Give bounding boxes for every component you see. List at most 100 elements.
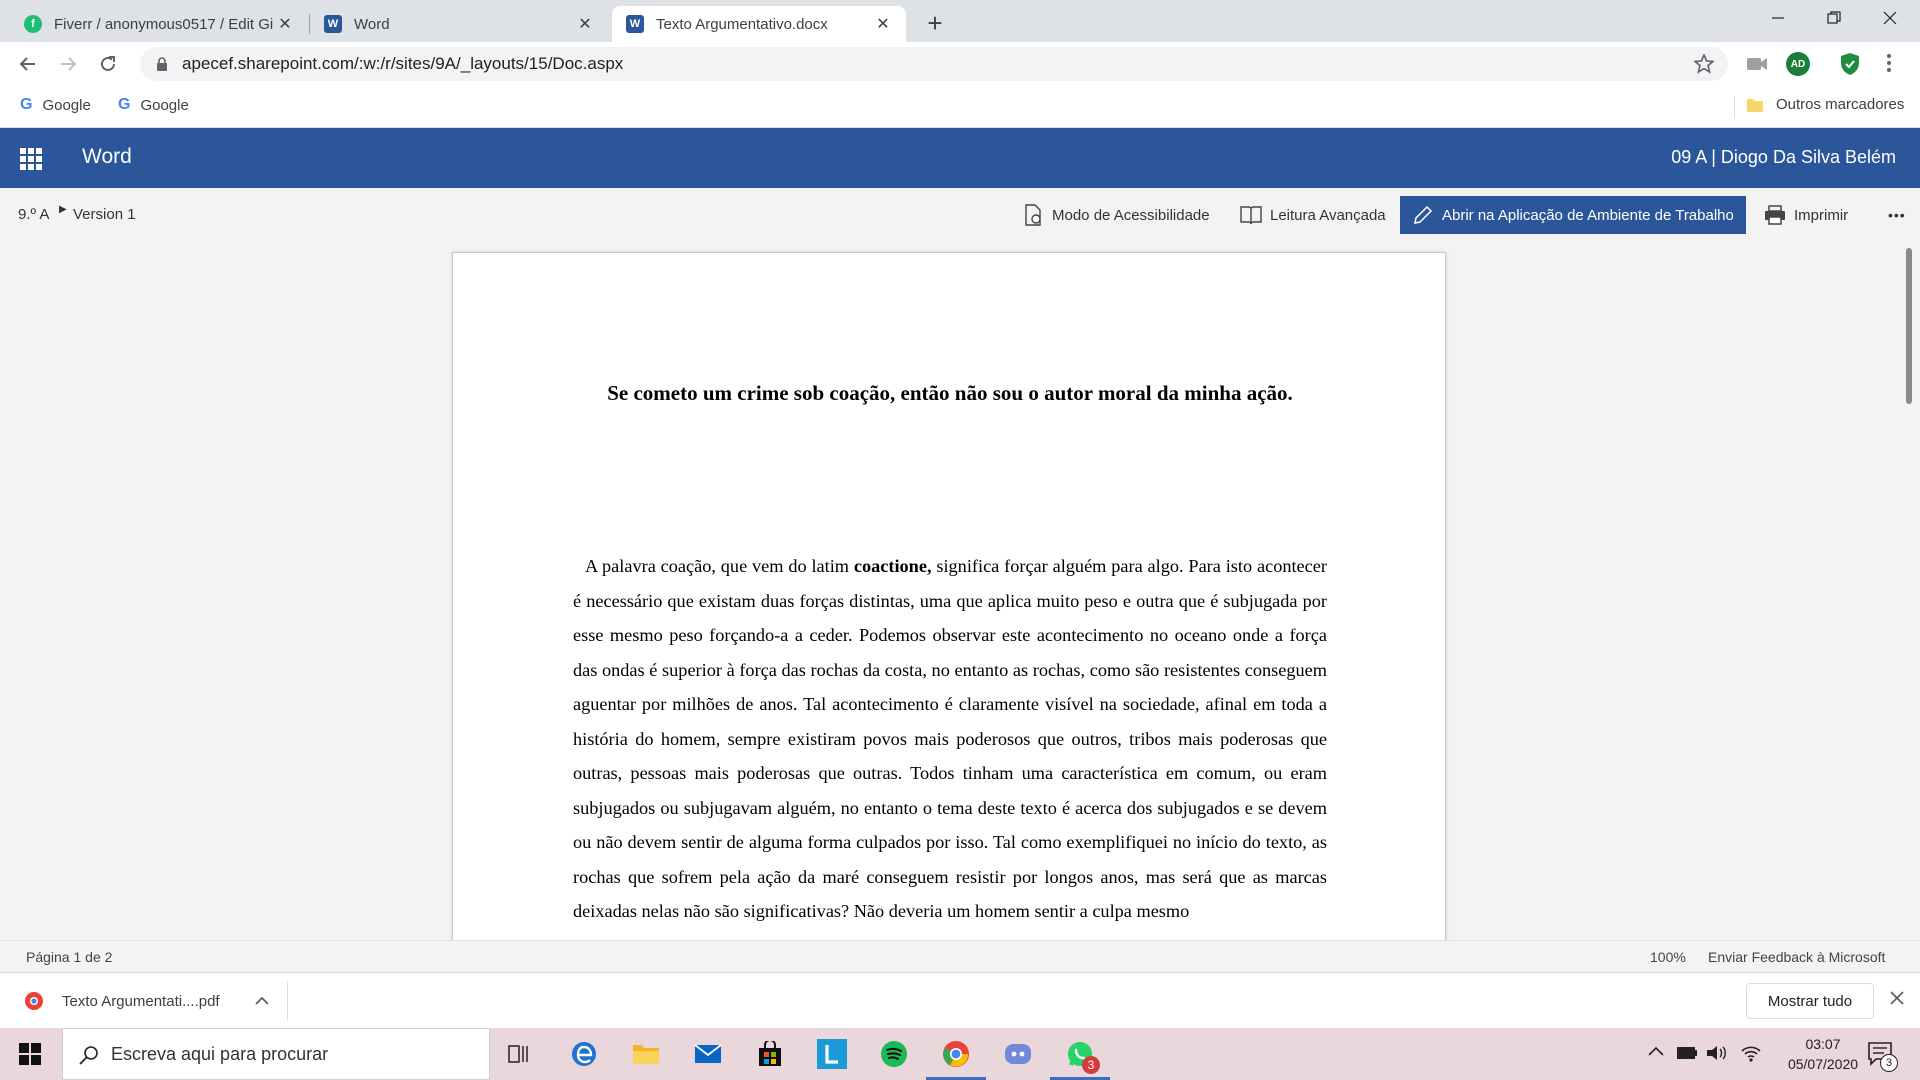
taskbar-search-box[interactable]: Escreva aqui para procurar [62, 1028, 490, 1080]
zoom-level[interactable]: 100% [1650, 949, 1686, 965]
fiverr-icon: f [24, 15, 42, 33]
folder-icon [633, 1045, 659, 1064]
download-item[interactable]: Texto Argumentati....pdf [0, 981, 288, 1021]
chevron-right-icon: ▶ [59, 204, 67, 215]
l-app-icon [817, 1039, 847, 1069]
close-icon[interactable]: ✕ [576, 14, 594, 34]
mail-icon [694, 1044, 722, 1063]
tab-title: Word [354, 15, 390, 33]
user-name[interactable]: 09 A | Diogo Da Silva Belém [1671, 147, 1896, 168]
taskbar-whatsapp[interactable]: 3 [1050, 1034, 1110, 1080]
close-icon[interactable]: ✕ [874, 14, 892, 34]
breadcrumb-version[interactable]: Version 1 [73, 206, 136, 223]
paragraph-text-start: A palavra coação, que vem do latim [585, 556, 854, 576]
camera-icon[interactable] [1746, 56, 1768, 77]
download-shelf: Texto Argumentati....pdf Mostrar tudo [0, 972, 1920, 1028]
scrollbar-thumb[interactable] [1906, 248, 1912, 404]
profile-avatar[interactable]: AD [1786, 52, 1810, 76]
show-all-downloads-button[interactable]: Mostrar tudo [1746, 983, 1874, 1019]
bookmark-google-1[interactable]: G Google [20, 96, 91, 114]
word-icon: W [626, 15, 644, 33]
paragraph-text-rest: significa forçar alguém para algo. Para … [573, 556, 1327, 921]
other-bookmarks[interactable]: Outros marcadores [1746, 96, 1904, 113]
reload-button[interactable] [92, 48, 124, 80]
taskbar-l-app[interactable] [812, 1034, 852, 1074]
store-icon [759, 1041, 781, 1066]
accessibility-icon [1025, 204, 1041, 226]
chrome-icon [943, 1041, 969, 1067]
forward-button[interactable] [52, 48, 84, 80]
shield-icon[interactable] [1840, 52, 1860, 81]
taskbar-file-explorer[interactable] [626, 1034, 666, 1074]
address-bar[interactable]: apecef.sharepoint.com/:w:/r/sites/9A/_la… [140, 47, 1728, 81]
document-page[interactable]: Se cometo um crime sob coação, então não… [452, 252, 1446, 940]
document-paragraph: A palavra coação, que vem do latim coact… [573, 549, 1327, 929]
volume-icon[interactable] [1706, 1044, 1728, 1066]
paragraph-bold-word: coactione, [853, 556, 932, 576]
restore-button[interactable] [1806, 0, 1862, 36]
browser-menu-icon[interactable] [1886, 52, 1892, 74]
taskbar-store[interactable] [750, 1034, 790, 1074]
tab-texto-argumentativo[interactable]: W Texto Argumentativo.docx ✕ [612, 6, 906, 42]
bookmarks-bar: G Google G Google Outros marcadores [0, 86, 1920, 128]
browser-toolbar: apecef.sharepoint.com/:w:/r/sites/9A/_la… [0, 42, 1920, 86]
bookmark-star-icon[interactable] [1692, 52, 1716, 79]
battery-icon[interactable] [1676, 1046, 1698, 1064]
printer-icon [1765, 205, 1785, 225]
system-clock[interactable]: 03:07 05/07/2020 [1778, 1034, 1868, 1074]
arrow-right-icon [61, 57, 77, 71]
tab-fiverr[interactable]: f Fiverr / anonymous0517 / Edit Gi ✕ [10, 6, 308, 42]
taskbar-edge[interactable] [564, 1034, 604, 1074]
other-bookmarks-label: Outros marcadores [1776, 96, 1905, 113]
bookmark-google-2[interactable]: G Google [118, 96, 189, 114]
page-count: Página 1 de 2 [26, 949, 113, 965]
close-icon [1883, 11, 1897, 25]
notification-badge: 3 [1082, 1056, 1100, 1074]
print-label: Imprimir [1794, 206, 1849, 224]
chevron-up-icon[interactable] [255, 996, 269, 1006]
bookmark-label: Google [42, 96, 91, 114]
breadcrumb-folder[interactable]: 9.º A [18, 206, 49, 223]
windows-start-button[interactable] [10, 1034, 50, 1074]
restore-icon [1827, 11, 1841, 24]
task-view-button[interactable] [500, 1034, 540, 1074]
close-window-button[interactable] [1862, 0, 1918, 36]
tab-word[interactable]: W Word ✕ [310, 6, 608, 42]
action-center-button[interactable]: 3 [1868, 1042, 1898, 1072]
windows-logo-icon [19, 1043, 41, 1065]
taskbar-mail[interactable] [688, 1034, 728, 1074]
app-title[interactable]: Word [82, 145, 132, 169]
feedback-link[interactable]: Enviar Feedback à Microsoft [1708, 949, 1885, 965]
app-launcher-icon[interactable] [20, 148, 42, 170]
chevron-up-icon[interactable] [1648, 1044, 1664, 1061]
minimize-button[interactable] [1750, 0, 1806, 36]
edge-icon [572, 1042, 596, 1066]
open-desktop-app-button[interactable]: Abrir na Aplicação de Ambiente de Trabal… [1400, 196, 1746, 234]
accessibility-mode-label: Modo de Acessibilidade [1052, 206, 1210, 224]
accessibility-mode-button[interactable]: Modo de Acessibilidade [1010, 198, 1222, 232]
tab-title: Fiverr / anonymous0517 / Edit Gi [54, 15, 274, 33]
google-icon: G [118, 96, 131, 113]
lock-icon [157, 57, 167, 71]
google-icon: G [20, 96, 33, 113]
immersive-reader-button[interactable]: Leitura Avançada [1228, 198, 1398, 232]
taskbar-chrome[interactable] [926, 1034, 986, 1080]
new-tab-button[interactable]: + [918, 6, 952, 40]
back-button[interactable] [12, 48, 44, 80]
notification-count: 3 [1880, 1054, 1898, 1072]
task-view-icon [508, 1045, 528, 1063]
clock-date: 05/07/2020 [1787, 1056, 1859, 1072]
taskbar-spotify[interactable] [874, 1034, 914, 1074]
folder-icon [1747, 98, 1763, 112]
close-icon[interactable] [1890, 991, 1904, 1009]
windows-taskbar: Escreva aqui para procurar 3 03:07 05/07… [0, 1028, 1920, 1080]
close-icon[interactable]: ✕ [276, 14, 294, 34]
arrow-left-icon [19, 57, 35, 71]
more-options-button[interactable]: ••• [1876, 198, 1918, 232]
document-canvas[interactable]: Se cometo um crime sob coação, então não… [0, 240, 1920, 940]
print-button[interactable]: Imprimir [1752, 198, 1860, 232]
wifi-icon[interactable] [1740, 1044, 1762, 1066]
taskbar-discord[interactable] [998, 1034, 1038, 1074]
immersive-reader-label: Leitura Avançada [1270, 206, 1386, 224]
browser-tab-strip: f Fiverr / anonymous0517 / Edit Gi ✕ W W… [0, 0, 1920, 42]
